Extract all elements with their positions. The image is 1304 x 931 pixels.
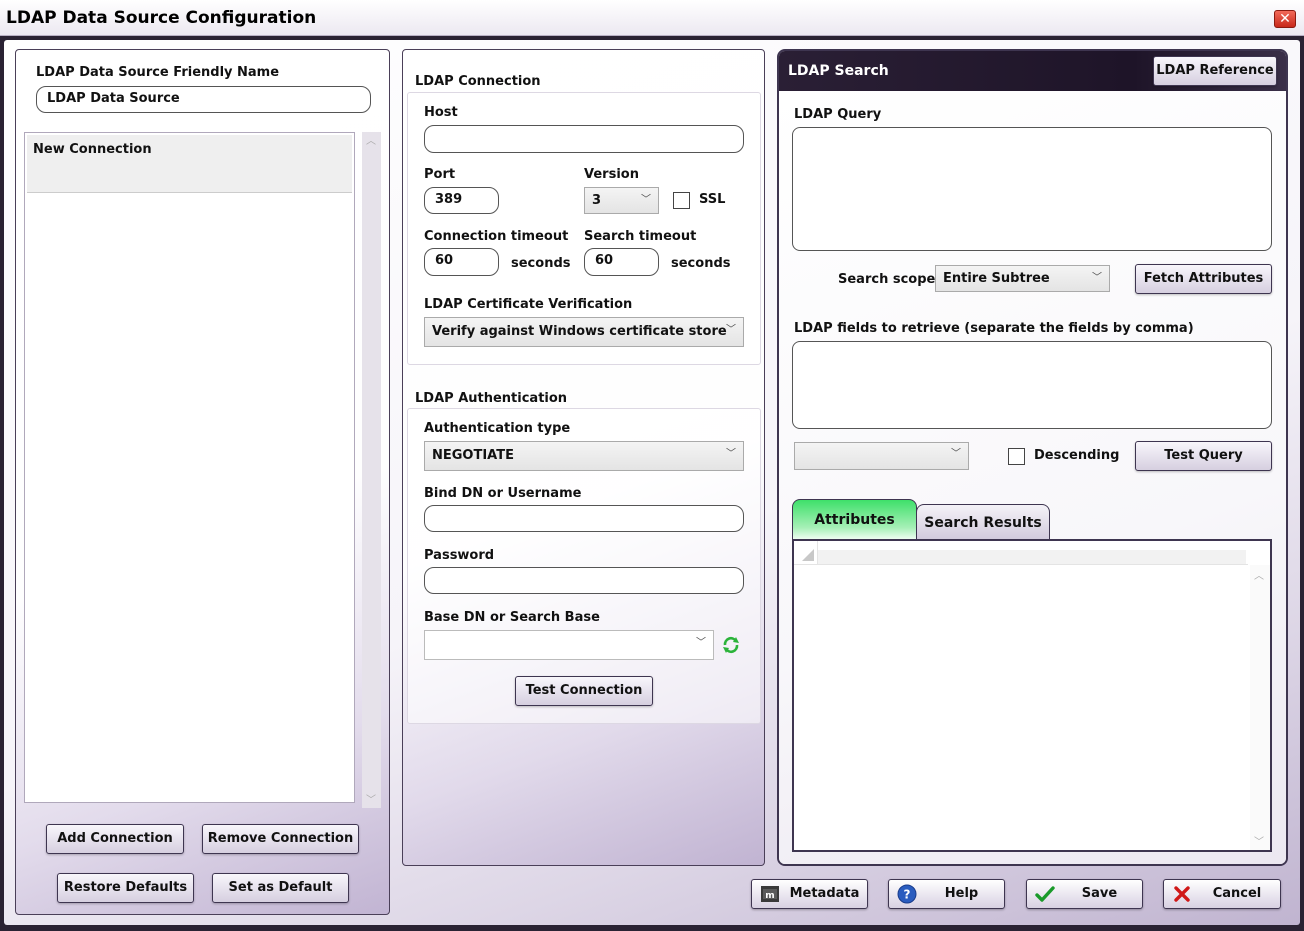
connection-timeout-label: Connection timeout: [424, 229, 569, 244]
base-dn-select[interactable]: ﹀: [424, 630, 714, 660]
title-bar: LDAP Data Source Configuration ✕: [0, 0, 1304, 36]
checkmark-icon: [1035, 886, 1055, 902]
svg-text:?: ?: [904, 888, 911, 902]
add-connection-button[interactable]: Add Connection: [46, 824, 184, 854]
scroll-up-icon[interactable]: ︿: [1254, 567, 1264, 582]
connections-list[interactable]: New Connection: [24, 132, 355, 803]
grid-scrollbar[interactable]: ︿ ﹀: [1250, 565, 1270, 850]
attributes-grid[interactable]: ︿ ﹀: [792, 539, 1272, 852]
search-timeout-input[interactable]: 60: [584, 248, 659, 276]
cert-verification-value: Verify against Windows certificate store: [432, 324, 727, 339]
remove-connection-button[interactable]: Remove Connection: [202, 824, 359, 854]
port-label: Port: [424, 167, 456, 182]
scroll-down-icon[interactable]: ﹀: [366, 791, 376, 806]
connection-settings-panel: LDAP Connection Host Port 389 Version 3 …: [402, 49, 765, 866]
base-dn-label: Base DN or Search Base: [424, 610, 600, 625]
list-item[interactable]: New Connection: [27, 135, 352, 193]
restore-defaults-button[interactable]: Restore Defaults: [57, 873, 194, 903]
dialog-content: LDAP Data Source Friendly Name LDAP Data…: [4, 40, 1300, 925]
auth-type-label: Authentication type: [424, 421, 571, 436]
descending-checkbox[interactable]: [1008, 448, 1025, 465]
port-input[interactable]: 389: [424, 187, 499, 214]
cert-verification-select[interactable]: Verify against Windows certificate store…: [424, 317, 744, 347]
connection-timeout-unit: seconds: [511, 256, 571, 271]
cancel-label: Cancel: [1212, 886, 1262, 901]
chevron-down-icon: ﹀: [1092, 271, 1102, 283]
ldap-fields-textarea[interactable]: [792, 341, 1272, 429]
ldap-authentication-section-title: LDAP Authentication: [415, 391, 568, 406]
search-scope-label: Search scope: [838, 272, 936, 287]
connection-item-label: New Connection: [33, 142, 152, 157]
tab-attributes[interactable]: Attributes: [792, 499, 917, 540]
auth-type-value: NEGOTIATE: [432, 448, 514, 463]
list-scrollbar[interactable]: ︿ ﹀: [362, 132, 381, 808]
chevron-down-icon: ﹀: [726, 448, 736, 460]
help-icon: ?: [897, 884, 917, 904]
chevron-down-icon: ﹀: [696, 637, 706, 649]
password-label: Password: [424, 548, 495, 563]
ldap-reference-button[interactable]: LDAP Reference: [1153, 56, 1277, 86]
cert-verification-label: LDAP Certificate Verification: [424, 297, 633, 312]
ldap-search-panel: LDAP Search LDAP Reference LDAP Query Se…: [777, 49, 1288, 866]
tab-search-results-label: Search Results: [924, 515, 1042, 531]
fetch-attributes-button[interactable]: Fetch Attributes: [1135, 264, 1272, 294]
test-connection-button[interactable]: Test Connection: [515, 676, 653, 706]
bind-dn-input[interactable]: [424, 505, 744, 532]
chevron-down-icon: ﹀: [951, 448, 961, 460]
password-input[interactable]: [424, 567, 744, 594]
version-select[interactable]: 3 ﹀: [584, 187, 659, 214]
ssl-checkbox[interactable]: [673, 192, 690, 209]
host-input[interactable]: [424, 125, 744, 153]
scroll-up-icon[interactable]: ︿: [366, 132, 376, 147]
search-scope-value: Entire Subtree: [943, 271, 1050, 286]
descending-label: Descending: [1034, 448, 1120, 463]
tab-search-results[interactable]: Search Results: [916, 504, 1050, 540]
set-as-default-button[interactable]: Set as Default: [212, 873, 349, 903]
ssl-label: SSL: [699, 192, 726, 207]
ldap-search-header: LDAP Search LDAP Reference: [779, 51, 1286, 91]
metadata-label: Metadata: [789, 886, 860, 901]
search-timeout-label: Search timeout: [584, 229, 697, 244]
metadata-icon: m: [761, 886, 779, 902]
ldap-query-textarea[interactable]: [792, 127, 1272, 251]
search-scope-select[interactable]: Entire Subtree ﹀: [935, 265, 1110, 292]
scroll-down-icon[interactable]: ﹀: [1254, 833, 1264, 848]
window-title: LDAP Data Source Configuration: [6, 8, 317, 28]
select-all-corner-icon[interactable]: [802, 549, 814, 561]
ldap-query-label: LDAP Query: [794, 107, 882, 122]
save-label: Save: [1081, 886, 1118, 901]
friendly-name-input[interactable]: LDAP Data Source: [36, 86, 371, 113]
host-label: Host: [424, 105, 458, 120]
tab-attributes-label: Attributes: [814, 512, 895, 528]
save-button[interactable]: Save: [1026, 879, 1143, 909]
refresh-icon[interactable]: [721, 635, 741, 655]
ldap-fields-label: LDAP fields to retrieve (separate the fi…: [794, 321, 1194, 336]
grid-header-row: [818, 550, 1246, 564]
version-value: 3: [592, 193, 602, 208]
sort-field-select[interactable]: ﹀: [794, 442, 969, 470]
bind-dn-label: Bind DN or Username: [424, 486, 582, 501]
cancel-button[interactable]: Cancel: [1163, 879, 1281, 909]
test-query-button[interactable]: Test Query: [1135, 441, 1272, 471]
auth-type-select[interactable]: NEGOTIATE ﹀: [424, 441, 744, 471]
grid-header: [794, 541, 1248, 565]
ldap-connection-section-title: LDAP Connection: [415, 74, 541, 89]
help-label: Help: [944, 886, 979, 901]
ldap-search-title: LDAP Search: [788, 63, 889, 79]
metadata-button[interactable]: m Metadata: [751, 879, 868, 909]
chevron-down-icon: ﹀: [641, 193, 651, 205]
close-icon[interactable]: ✕: [1274, 10, 1296, 28]
dialog-window: LDAP Data Source Configuration ✕ LDAP Da…: [0, 0, 1304, 931]
cancel-x-icon: [1174, 886, 1190, 902]
search-timeout-unit: seconds: [671, 256, 731, 271]
chevron-down-icon: ﹀: [726, 324, 736, 336]
version-label: Version: [584, 167, 639, 182]
friendly-name-label: LDAP Data Source Friendly Name: [36, 65, 280, 80]
connections-panel: LDAP Data Source Friendly Name LDAP Data…: [15, 49, 390, 915]
svg-text:m: m: [765, 891, 774, 901]
connection-timeout-input[interactable]: 60: [424, 248, 499, 276]
help-button[interactable]: ? Help: [888, 879, 1005, 909]
